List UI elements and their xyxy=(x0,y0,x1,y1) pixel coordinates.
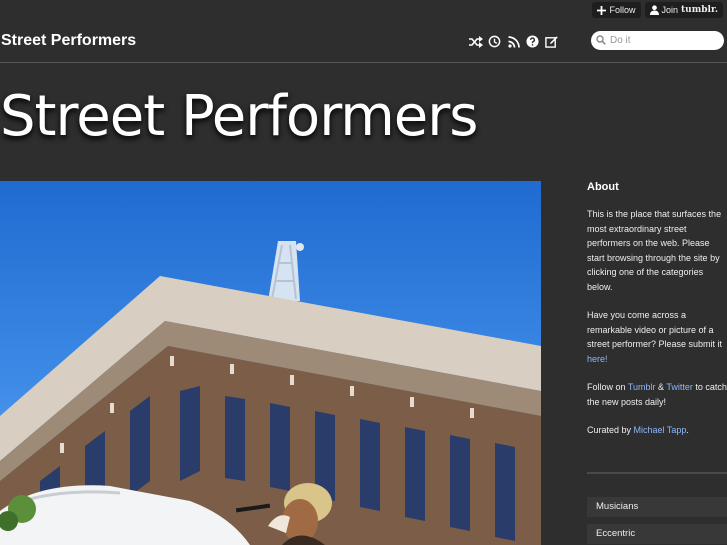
follow-button[interactable]: Follow xyxy=(592,2,641,18)
curator-paragraph: Curated by Michael Tapp. xyxy=(587,423,727,438)
follow-pre-text: Follow on xyxy=(587,382,628,392)
sidebar-divider xyxy=(587,472,727,474)
curator-post-text: . xyxy=(686,425,689,435)
twitter-link[interactable]: Twitter xyxy=(666,382,693,392)
shuffle-icon[interactable] xyxy=(468,34,483,49)
rss-icon[interactable] xyxy=(506,34,521,49)
post-photo[interactable] xyxy=(0,181,541,545)
category-musicians[interactable]: Musicians xyxy=(587,497,727,517)
header-icon-group xyxy=(468,34,559,49)
help-icon[interactable] xyxy=(525,34,540,49)
tumblr-link[interactable]: Tumblr xyxy=(628,382,656,392)
follow-label: Follow xyxy=(609,5,636,15)
follow-mid-text: & xyxy=(655,382,667,392)
header-bar: Street Performers xyxy=(0,22,727,63)
sidebar: About This is the place that surfaces th… xyxy=(587,181,727,452)
user-icon xyxy=(649,5,659,15)
about-heading: About xyxy=(587,181,619,193)
edit-icon[interactable] xyxy=(544,34,559,49)
join-tumblr-button[interactable]: Join tumblr. xyxy=(644,2,723,18)
search-input[interactable] xyxy=(610,35,715,46)
blog-banner-title: Street Performers xyxy=(0,84,478,149)
plus-icon xyxy=(597,5,607,15)
archive-clock-icon[interactable] xyxy=(487,34,502,49)
curator-pre-text: Curated by xyxy=(587,425,634,435)
about-description: This is the place that surfaces the most… xyxy=(587,209,722,292)
tumblr-controls: Follow Join tumblr. xyxy=(592,2,723,18)
submit-text: Have you come across a remarkable video … xyxy=(587,310,723,349)
join-label: Join xyxy=(661,5,679,15)
submit-link[interactable]: here! xyxy=(587,354,608,364)
follow-paragraph: Follow on Tumblr & Twitter to catch the … xyxy=(587,380,727,409)
submit-paragraph: Have you come across a remarkable video … xyxy=(587,308,727,366)
site-title[interactable]: Street Performers xyxy=(1,32,136,50)
search-box xyxy=(591,31,724,50)
curator-link[interactable]: Michael Tapp xyxy=(634,425,687,435)
tumblr-logo: tumblr. xyxy=(681,5,718,15)
category-eccentric[interactable]: Eccentric xyxy=(587,524,727,544)
search-icon xyxy=(596,32,606,50)
